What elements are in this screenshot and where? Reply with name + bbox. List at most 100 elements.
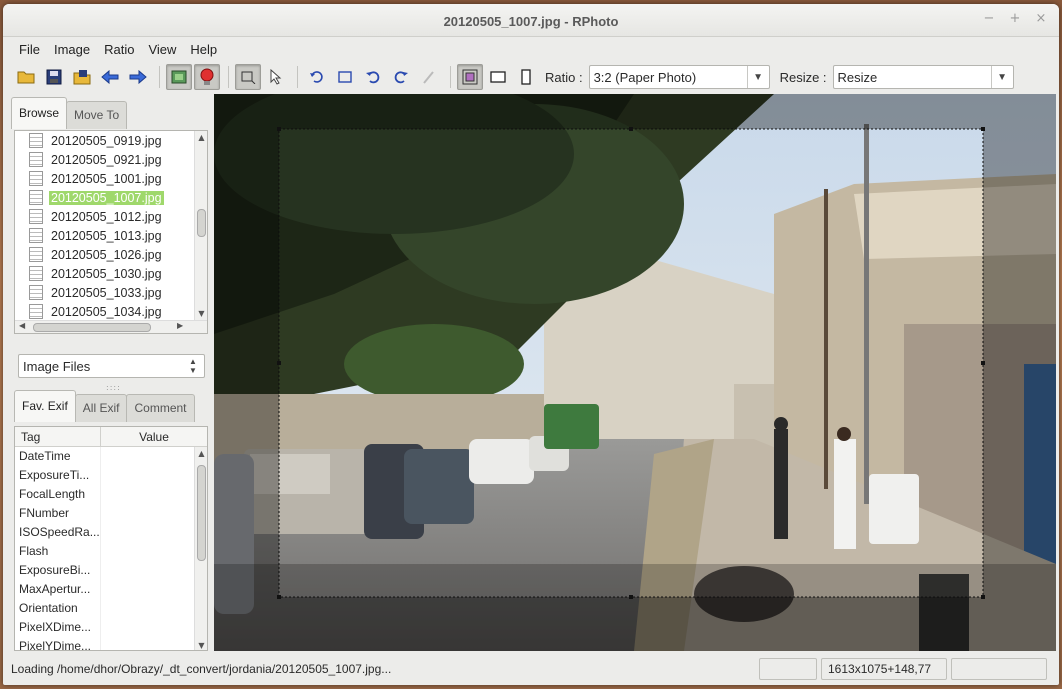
landscape-auto-button[interactable] bbox=[457, 64, 483, 90]
exif-row[interactable]: DateTime bbox=[15, 447, 207, 466]
exif-value bbox=[101, 637, 207, 650]
file-icon bbox=[29, 247, 43, 262]
resize-select[interactable]: Resize ▼ bbox=[832, 65, 1014, 89]
exif-tag: ExposureBi... bbox=[15, 561, 101, 580]
exif-row[interactable]: ExposureBi... bbox=[15, 561, 207, 580]
file-list-vscrollbar[interactable]: ▲ ▼ bbox=[194, 131, 207, 333]
menu-view[interactable]: View bbox=[141, 39, 183, 60]
file-list-item[interactable]: 20120505_1030.jpg bbox=[15, 264, 207, 283]
crop-handle-tr[interactable] bbox=[981, 127, 985, 131]
maximize-icon[interactable]: + bbox=[1009, 12, 1021, 25]
menu-file[interactable]: File bbox=[12, 39, 47, 60]
exif-row[interactable]: ExposureTi... bbox=[15, 466, 207, 485]
image-canvas[interactable] bbox=[214, 94, 1056, 651]
reset-crop-button[interactable] bbox=[332, 64, 358, 90]
crop-handle-bl[interactable] bbox=[277, 595, 281, 599]
file-filter-select[interactable]: Image Files ▲ ▼ bbox=[18, 354, 205, 378]
column-tag[interactable]: Tag bbox=[15, 427, 101, 446]
undo-button[interactable] bbox=[304, 64, 330, 90]
crop-handle-bottom[interactable] bbox=[629, 595, 633, 599]
status-bar: Loading /home/dhor/Obrazy/_dt_convert/jo… bbox=[3, 655, 1059, 683]
file-list-item[interactable]: 20120505_1013.jpg bbox=[15, 226, 207, 245]
exif-row[interactable]: Flash bbox=[15, 542, 207, 561]
file-rows: 20120505_0919.jpg 20120505_0921.jpg 201205… bbox=[15, 131, 207, 333]
ratio-value: 3:2 (Paper Photo) bbox=[593, 69, 697, 85]
scroll-up-icon[interactable]: ▲ bbox=[195, 449, 207, 458]
rotate-left-button[interactable] bbox=[360, 64, 386, 90]
exif-value bbox=[101, 580, 207, 599]
close-icon[interactable]: × bbox=[1035, 12, 1047, 25]
ratio-select[interactable]: 3:2 (Paper Photo) ▼ bbox=[588, 65, 770, 89]
crop-handle-top[interactable] bbox=[629, 127, 633, 131]
chevron-down-icon: ▼ bbox=[746, 66, 769, 88]
menu-image[interactable]: Image bbox=[47, 39, 97, 60]
tab-fav-exif[interactable]: Fav. Exif bbox=[14, 390, 76, 422]
file-list-item[interactable]: 20120505_1033.jpg bbox=[15, 283, 207, 302]
scroll-down-icon[interactable]: ▼ bbox=[195, 309, 207, 318]
exif-tag: PixelYDime... bbox=[15, 637, 101, 650]
exif-value bbox=[101, 599, 207, 618]
scroll-down-icon[interactable]: ▼ bbox=[195, 641, 207, 650]
scroll-up-icon[interactable]: ▲ bbox=[195, 133, 207, 142]
file-list-item[interactable]: 20120505_1034.jpg bbox=[15, 302, 207, 321]
file-list-item[interactable]: 20120505_0919.jpg bbox=[15, 131, 207, 150]
crop-handle-right[interactable] bbox=[981, 361, 985, 365]
menu-ratio[interactable]: Ratio bbox=[97, 39, 141, 60]
portrait-button[interactable] bbox=[513, 64, 539, 90]
file-list-item[interactable]: 20120505_0921.jpg bbox=[15, 150, 207, 169]
column-value[interactable]: Value bbox=[101, 427, 207, 446]
exif-row[interactable]: ISOSpeedRa... bbox=[15, 523, 207, 542]
menu-help[interactable]: Help bbox=[183, 39, 224, 60]
bulb-button[interactable] bbox=[194, 64, 220, 90]
file-list-item[interactable]: 20120505_1012.jpg bbox=[15, 207, 207, 226]
next-button[interactable] bbox=[125, 64, 151, 90]
save-as-button[interactable] bbox=[69, 64, 95, 90]
scroll-thumb[interactable] bbox=[197, 465, 206, 561]
file-icon bbox=[29, 266, 43, 281]
exif-row[interactable]: PixelYDime... bbox=[15, 637, 207, 650]
exif-vscrollbar[interactable]: ▲ ▼ bbox=[194, 447, 207, 650]
tab-browse[interactable]: Browse bbox=[11, 97, 68, 129]
crop-handle-br[interactable] bbox=[981, 595, 985, 599]
file-icon bbox=[29, 152, 43, 167]
exif-tag: Flash bbox=[15, 542, 101, 561]
exif-tabs: Fav. Exif All Exif Comment bbox=[14, 389, 195, 422]
exif-tag: FocalLength bbox=[15, 485, 101, 504]
open-folder-button[interactable] bbox=[13, 64, 39, 90]
exif-tag: ISOSpeedRa... bbox=[15, 523, 101, 542]
previous-button[interactable] bbox=[97, 64, 123, 90]
save-button[interactable] bbox=[41, 64, 67, 90]
crop-tool-button[interactable] bbox=[235, 64, 261, 90]
magic-wand-button[interactable] bbox=[416, 64, 442, 90]
crop-handle-tl[interactable] bbox=[277, 127, 281, 131]
file-list-item[interactable]: 20120505_1026.jpg bbox=[15, 245, 207, 264]
file-list-hscrollbar[interactable]: ◀ ▶ bbox=[15, 320, 207, 333]
select-tool-button[interactable] bbox=[263, 64, 289, 90]
file-icon bbox=[29, 171, 43, 186]
file-list-item[interactable]: 20120505_1007.jpg bbox=[15, 188, 207, 207]
rotate-right-icon bbox=[394, 71, 408, 84]
cursor-icon bbox=[270, 69, 282, 85]
exif-value bbox=[101, 618, 207, 637]
scroll-right-icon[interactable]: ▶ bbox=[177, 321, 183, 330]
minimize-icon[interactable]: − bbox=[983, 12, 995, 25]
tab-move-to[interactable]: Move To bbox=[66, 101, 128, 129]
exif-tag: MaxApertur... bbox=[15, 580, 101, 599]
scroll-thumb[interactable] bbox=[197, 209, 206, 237]
fit-view-button[interactable] bbox=[166, 64, 192, 90]
crop-handle-left[interactable] bbox=[277, 361, 281, 365]
rotate-right-button[interactable] bbox=[388, 64, 414, 90]
tab-comment[interactable]: Comment bbox=[126, 394, 195, 422]
exif-row[interactable]: PixelXDime... bbox=[15, 618, 207, 637]
landscape-button[interactable] bbox=[485, 64, 511, 90]
tab-all-exif[interactable]: All Exif bbox=[74, 394, 128, 422]
exif-row[interactable]: Orientation bbox=[15, 599, 207, 618]
exif-row[interactable]: MaxApertur... bbox=[15, 580, 207, 599]
scroll-left-icon[interactable]: ◀ bbox=[19, 321, 25, 330]
exif-row[interactable]: FNumber bbox=[15, 504, 207, 523]
light-bulb-icon bbox=[200, 68, 214, 85]
file-list-item[interactable]: 20120505_1001.jpg bbox=[15, 169, 207, 188]
hscroll-thumb[interactable] bbox=[33, 323, 151, 332]
exif-row[interactable]: FocalLength bbox=[15, 485, 207, 504]
ratio-label: Ratio : bbox=[545, 69, 583, 85]
